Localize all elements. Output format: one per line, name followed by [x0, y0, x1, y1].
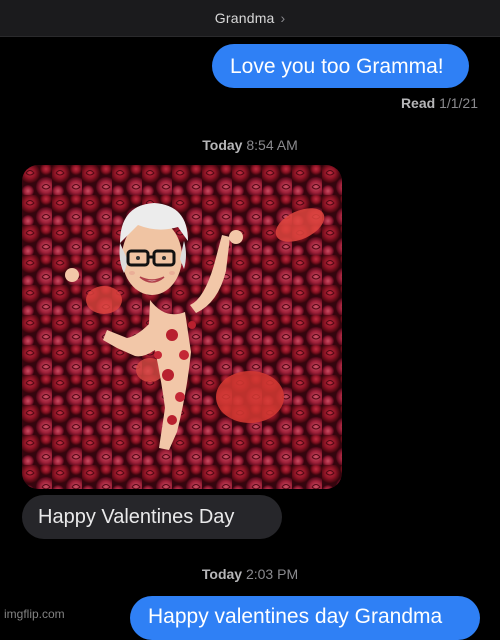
- message-timestamp: Today 2:03 PM: [0, 566, 500, 582]
- read-date: 1/1/21: [439, 95, 478, 111]
- timestamp-time: 8:54 AM: [246, 137, 298, 153]
- contact-name[interactable]: Grandma: [215, 10, 275, 26]
- timestamp-day: Today: [202, 137, 243, 153]
- timestamp-day: Today: [201, 566, 243, 582]
- message-text: Happy Valentines Day: [38, 506, 235, 528]
- chevron-right-icon[interactable]: ›: [281, 10, 286, 26]
- read-receipt: Read 1/1/21: [401, 95, 478, 111]
- read-label: Read: [400, 95, 436, 111]
- message-text: Love you too Gramma!: [230, 54, 444, 78]
- message-timestamp: Today 8:54 AM: [0, 137, 500, 153]
- watermark: imgflip.com: [4, 607, 65, 621]
- message-text: Happy valentines day Grandma: [148, 605, 443, 628]
- incoming-message-bubble[interactable]: Happy Valentines Day: [22, 495, 282, 539]
- timestamp-time: 2:03 PM: [245, 566, 299, 582]
- outgoing-message-bubble[interactable]: Happy valentines day Grandma: [130, 596, 480, 640]
- conversation-header[interactable]: Grandma ›: [0, 0, 500, 37]
- bitmoji-rose-image: [22, 165, 342, 489]
- outgoing-message-bubble[interactable]: Love you too Gramma!: [212, 44, 469, 88]
- image-attachment[interactable]: [22, 165, 342, 489]
